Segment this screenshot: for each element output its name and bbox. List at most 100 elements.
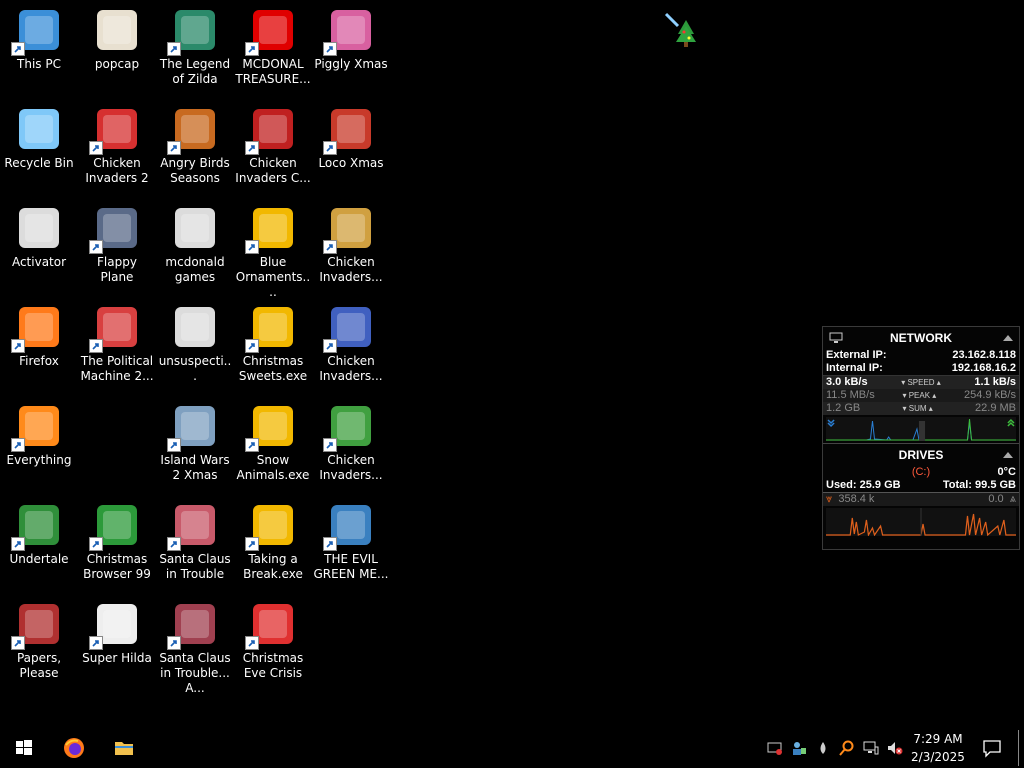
desktop-icon[interactable]: Undertale: [0, 495, 78, 591]
app-icon: [245, 501, 297, 551]
desktop-icon[interactable]: Firefox: [0, 297, 78, 393]
desktop-icon[interactable]: Chicken Invaders...: [312, 297, 390, 393]
desktop-icon[interactable]: Christmas Browser 99: [78, 495, 156, 591]
shortcut-arrow-icon: [11, 537, 25, 551]
shortcut-arrow-icon: [89, 636, 103, 650]
app-icon: [323, 303, 375, 353]
app-icon: [11, 501, 63, 551]
desktop-icon[interactable]: Chicken Invaders...: [312, 396, 390, 492]
desktop-icon[interactable]: Loco Xmas: [312, 99, 390, 195]
desktop-icon[interactable]: MCDONAL TREASURE...: [234, 0, 312, 96]
collapse-drives-icon[interactable]: [1003, 452, 1013, 458]
desktop-icon[interactable]: Island Wars 2 Xmas: [156, 396, 234, 492]
desktop-icon[interactable]: Super Hilda: [78, 594, 156, 690]
desktop-icon[interactable]: Snow Animals.exe: [234, 396, 312, 492]
desktop-icon[interactable]: THE EVIL GREEN ME...: [312, 495, 390, 591]
desktop-icon[interactable]: This PC: [0, 0, 78, 96]
desktop-icon[interactable]: popcap: [78, 0, 156, 96]
shortcut-arrow-icon: [245, 240, 259, 254]
show-desktop-button[interactable]: [1018, 730, 1019, 766]
desktop-icon-label: Recycle Bin: [4, 156, 74, 170]
desktop-icon[interactable]: Santa Claus in Trouble: [156, 495, 234, 591]
desktop-icon[interactable]: Papers, Please: [0, 594, 78, 690]
desktop-icon[interactable]: Chicken Invaders C...: [234, 99, 312, 195]
desktop-icon[interactable]: Piggly Xmas: [312, 0, 390, 96]
sum-label: ▾ SUM ▴: [902, 404, 933, 413]
tray-search-icon[interactable]: [839, 740, 855, 756]
network-title: NETWORK: [890, 331, 952, 345]
desktop-icon-label: Santa Claus in Trouble... A...: [159, 651, 231, 695]
app-icon: [323, 402, 375, 452]
desktop-icon-label: THE EVIL GREEN ME...: [313, 552, 389, 581]
app-icon: [167, 105, 219, 155]
drives-graph: [826, 508, 1016, 536]
desktop-icon[interactable]: Christmas Sweets.exe: [234, 297, 312, 393]
desktop-icon[interactable]: Activator: [0, 198, 78, 294]
tray-network-icon[interactable]: [863, 740, 879, 756]
desktop-icon-label: Everything: [6, 453, 72, 467]
app-icon: [11, 600, 63, 650]
desktop-icon[interactable]: Blue Ornaments....: [234, 198, 312, 299]
desktop-icon[interactable]: Chicken Invaders 2: [78, 99, 156, 195]
system-monitor-widget: NETWORK External IP: 23.162.8.118 Intern…: [822, 326, 1020, 550]
app-icon: [15, 105, 63, 153]
desktop-icon[interactable]: Chicken Invaders...: [312, 198, 390, 294]
desktop-icon[interactable]: mcdonald games: [156, 198, 234, 294]
tray-monitor-icon[interactable]: [767, 740, 783, 756]
shortcut-arrow-icon: [245, 141, 259, 155]
shortcut-arrow-icon: [167, 141, 181, 155]
shortcut-arrow-icon: [245, 636, 259, 650]
tray-people-icon[interactable]: [791, 740, 807, 756]
desktop-icon-label: Chicken Invaders...: [319, 354, 383, 383]
start-button[interactable]: [0, 728, 48, 768]
taskbar-file-explorer-button[interactable]: [100, 728, 148, 768]
shortcut-arrow-icon: [89, 537, 103, 551]
shortcut-arrow-icon: [323, 141, 337, 155]
shortcut-arrow-icon: [245, 537, 259, 551]
desktop-icon[interactable]: Recycle Bin: [0, 99, 78, 195]
shortcut-arrow-icon: [89, 240, 103, 254]
taskbar-firefox-button[interactable]: [50, 728, 98, 768]
peak-up: 254.9 kB/s: [964, 389, 1016, 401]
desktop-icon[interactable]: The Legend of Zilda: [156, 0, 234, 96]
desktop-icon-label: Chicken Invaders...: [319, 453, 383, 482]
desktop-icon-label: Chicken Invaders...: [319, 255, 383, 284]
taskbar-clock[interactable]: 7:29 AM 2/3/2025: [906, 730, 970, 766]
desktop-icon[interactable]: Christmas Eve Crisis: [234, 594, 312, 690]
peak-down: 11.5 MB/s: [826, 389, 875, 401]
collapse-network-icon[interactable]: [1003, 335, 1013, 341]
app-icon: [171, 303, 219, 351]
desktop-icon-label: popcap: [94, 57, 140, 71]
network-header[interactable]: NETWORK: [823, 327, 1019, 349]
internal-ip-row: Internal IP: 192.168.16.2: [823, 362, 1019, 375]
desktop-icon-label: Blue Ornaments....: [235, 255, 311, 299]
desktop-icon[interactable]: unsuspecti...: [156, 297, 234, 393]
tray-drop-icon[interactable]: [815, 740, 831, 756]
desktop-icon-label: Christmas Eve Crisis: [242, 651, 304, 680]
shortcut-arrow-icon: [11, 438, 25, 452]
speed-row: 3.0 kB/s ▾ SPEED ▴ 1.1 kB/s: [823, 375, 1019, 389]
desktop-icon[interactable]: Taking a Break.exe: [234, 495, 312, 591]
tray-volume-muted-icon[interactable]: [887, 740, 903, 756]
action-center-icon[interactable]: [982, 738, 1002, 758]
christmas-tree-cursor-icon: [664, 12, 696, 47]
firefox-icon: [64, 738, 84, 758]
desktop-icon-label: Taking a Break.exe: [243, 552, 303, 581]
drives-header[interactable]: DRIVES: [823, 444, 1019, 466]
shortcut-arrow-icon: [245, 42, 259, 56]
app-icon: [89, 105, 141, 155]
app-icon: [245, 303, 297, 353]
app-icon: [15, 204, 63, 252]
drive-io-row: ⩔ 358.4 k 0.0 ⩓: [823, 493, 1019, 506]
desktop-icon[interactable]: Angry Birds Seasons: [156, 99, 234, 195]
shortcut-arrow-icon: [89, 339, 103, 353]
desktop-icon[interactable]: Santa Claus in Trouble... A...: [156, 594, 234, 695]
clock-time: 7:29 AM: [913, 732, 963, 746]
desktop-icon-label: Papers, Please: [16, 651, 62, 680]
desktop-icon[interactable]: The Political Machine 2...: [78, 297, 156, 393]
shortcut-arrow-icon: [167, 438, 181, 452]
desktop-icon-label: Undertale: [9, 552, 69, 566]
peak-label: ▾ PEAK ▴: [902, 391, 937, 400]
desktop-icon[interactable]: Flappy Plane: [78, 198, 156, 294]
desktop-icon[interactable]: Everything: [0, 396, 78, 492]
